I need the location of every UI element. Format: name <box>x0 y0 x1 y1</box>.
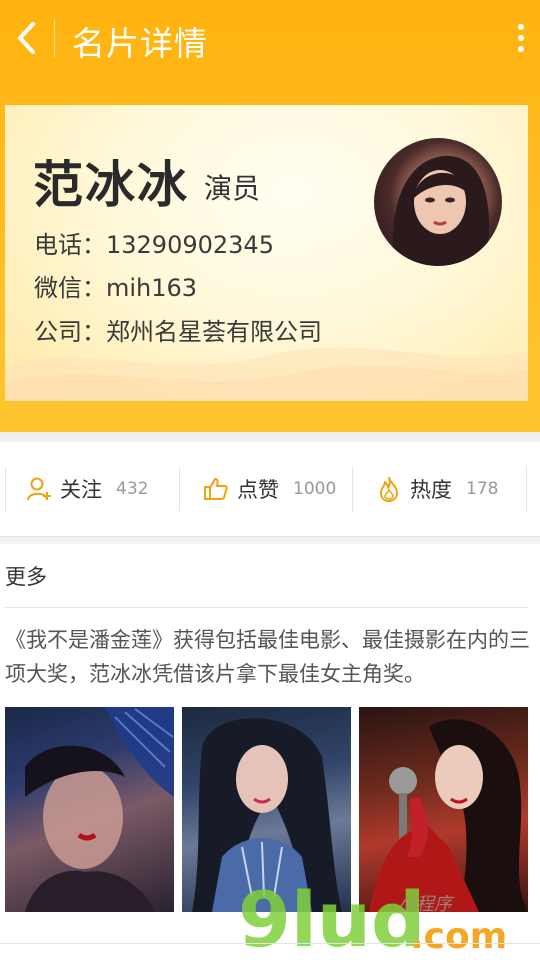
svg-text:.com: .com <box>410 916 507 954</box>
stats-bar: 关注 432 点赞 1000 热度 178 <box>0 442 540 536</box>
follow-count: 432 <box>116 479 149 499</box>
nav-bar: 名片详情 <box>0 0 540 80</box>
company-line: 公司：郑州名星荟有限公司 <box>34 318 322 346</box>
photo-1-art <box>25 707 174 912</box>
heat-label: 热度 <box>410 478 452 502</box>
thumbs-up-icon <box>204 478 228 500</box>
phone-line[interactable]: 电话：13290902345 <box>34 225 274 260</box>
more-options-button[interactable] <box>506 18 536 58</box>
stats-divider <box>179 467 180 511</box>
like-button[interactable]: 点赞 1000 <box>203 442 336 536</box>
user-plus-icon <box>27 477 51 501</box>
follow-label: 关注 <box>60 478 102 502</box>
chevron-left-icon <box>18 22 35 54</box>
stats-divider <box>352 467 353 511</box>
avatar-portrait <box>392 155 490 266</box>
back-button[interactable] <box>6 16 46 60</box>
like-label: 点赞 <box>237 478 279 502</box>
description-text: 《我不是潘金莲》获得包括最佳电影、最佳摄影在内的三项大奖，范冰冰凭借该片拿下最佳… <box>5 628 530 686</box>
more-section-title: 更多 <box>5 565 47 589</box>
page-title: 名片详情 <box>72 24 208 63</box>
heat-button[interactable]: 热度 178 <box>376 442 498 536</box>
wechat-line[interactable]: 微信：mih163 <box>34 268 197 303</box>
bottom-divider <box>0 943 540 944</box>
like-count: 1000 <box>293 479 337 499</box>
business-card: 范冰冰 演员 电话：13290902345 微信：mih163 公司：郑州名星荟… <box>5 105 528 401</box>
section-separator <box>0 536 540 544</box>
person-role: 演员 <box>204 172 261 205</box>
header-shadow <box>0 432 540 442</box>
stats-divider <box>526 467 527 511</box>
stats-divider <box>5 467 6 511</box>
avatar[interactable] <box>374 138 502 266</box>
follow-button[interactable]: 关注 432 <box>26 442 148 536</box>
svg-text:小程序: 小程序 <box>398 894 455 915</box>
gallery-photo-1[interactable] <box>5 707 174 912</box>
vertical-dots-icon <box>518 24 524 30</box>
heat-count: 178 <box>466 479 499 499</box>
more-divider <box>5 607 528 608</box>
flame-icon <box>380 477 398 502</box>
nav-divider <box>54 20 55 58</box>
person-name: 范冰冰 <box>33 156 189 214</box>
